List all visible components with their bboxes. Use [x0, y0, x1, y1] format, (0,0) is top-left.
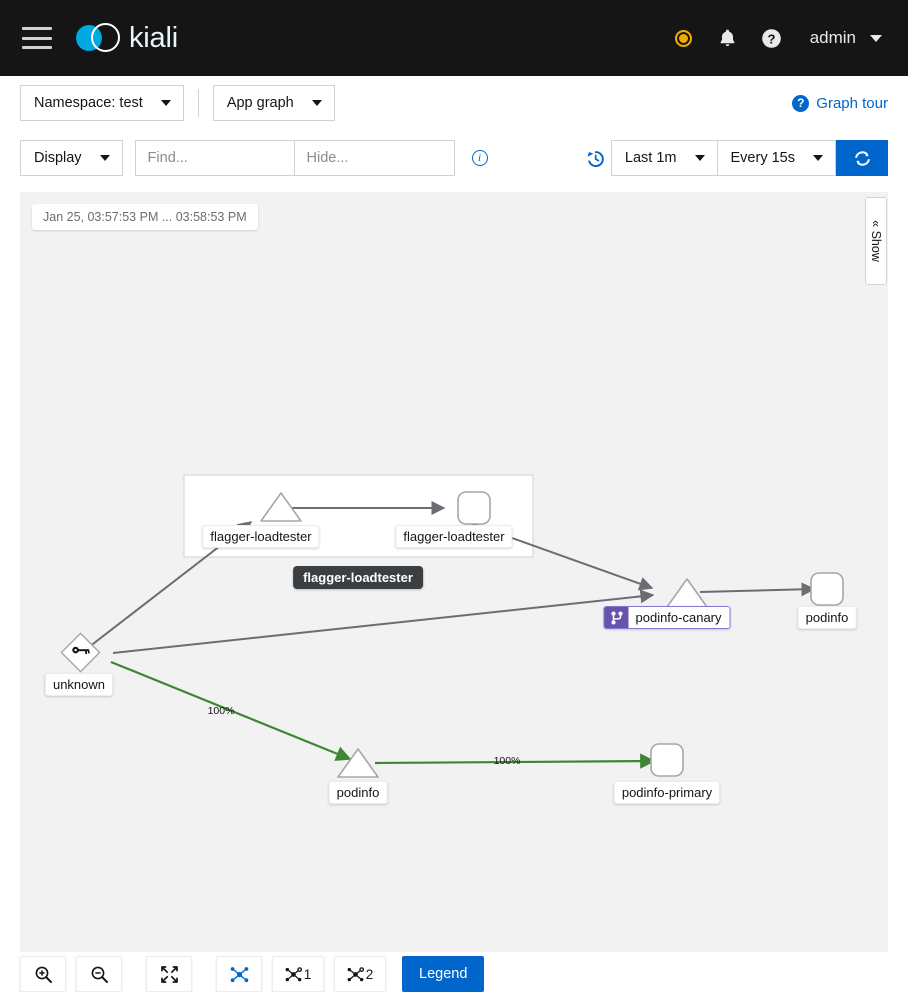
chevron-down-icon	[160, 100, 171, 106]
hamburger-bar	[22, 46, 52, 49]
topology-icon	[285, 966, 302, 981]
page-body: Namespace: test App graph ? Graph tour D…	[0, 76, 908, 992]
hamburger-bar	[22, 36, 52, 40]
node-podinfo-canary[interactable]	[666, 578, 708, 608]
layout-1-label: 1	[303, 966, 312, 982]
node-podinfo-service[interactable]	[337, 748, 379, 778]
status-dot	[675, 29, 693, 47]
node-podinfo-primary-workload[interactable]	[650, 743, 684, 777]
refresh-icon	[854, 150, 870, 166]
kiali-mark-icon	[76, 22, 120, 54]
node-label-podinfo-canary[interactable]: podinfo-canary	[603, 606, 731, 629]
svg-text:?: ?	[768, 31, 776, 46]
graph-bottom-toolbar: 1 2 Legend	[20, 956, 485, 992]
time-range-select[interactable]: Last 1m	[610, 140, 718, 176]
fit-to-screen-button[interactable]	[146, 956, 192, 992]
layout-2-button[interactable]: 2	[334, 956, 386, 992]
toolbar-divider	[197, 89, 199, 117]
node-label-podinfo-primary[interactable]: podinfo-primary	[613, 781, 721, 804]
global-nav-toggle[interactable]	[22, 27, 52, 49]
chevron-down-icon	[870, 34, 882, 42]
zoom-out-button[interactable]	[76, 956, 122, 992]
graph-type-select-label: App graph	[226, 95, 294, 111]
history-icon[interactable]	[581, 149, 611, 168]
node-label-podinfo-workload[interactable]: podinfo	[797, 606, 857, 629]
hamburger-bar	[22, 27, 52, 30]
edge-label-unknown-to-podinfo: 100%	[207, 705, 235, 717]
chevron-down-icon	[694, 155, 705, 161]
display-select[interactable]: Display	[20, 140, 123, 176]
layout-1-button[interactable]: 1	[272, 956, 324, 992]
user-name: admin	[809, 28, 856, 47]
logo-ring	[91, 23, 120, 52]
edge-podinfo-canary-to-podinfo-workload[interactable]	[699, 582, 816, 597]
graph-canvas[interactable]: Jan 25, 03:57:53 PM ... 03:58:53 PM « Sh…	[20, 192, 888, 952]
time-controls: Last 1m Every 15s	[581, 140, 888, 176]
graph-tour-link[interactable]: ? Graph tour	[792, 94, 888, 112]
help-circle-icon: ?	[792, 94, 810, 112]
layout-2-label: 2	[365, 966, 374, 982]
node-label-unknown[interactable]: unknown	[44, 673, 114, 696]
graph-toolbar-secondary: Display i Last 1m Every 15s	[0, 130, 908, 186]
zoom-out-icon	[91, 966, 108, 983]
chevron-down-icon	[99, 155, 110, 161]
node-label-text: podinfo-canary	[628, 607, 730, 628]
time-range-label: Last 1m	[624, 150, 677, 166]
graph-type-select[interactable]: App graph	[212, 85, 335, 121]
node-podinfo-workload[interactable]	[810, 572, 844, 606]
info-circle-icon[interactable]: i	[471, 150, 488, 166]
node-label-flagger-loadtester-workload[interactable]: flagger-loadtester	[395, 525, 513, 548]
node-unknown[interactable]	[60, 632, 101, 673]
brand-text: kiali	[129, 21, 178, 54]
route-icon	[604, 607, 629, 628]
find-input[interactable]	[134, 140, 295, 176]
bell-icon[interactable]	[706, 16, 750, 60]
topology-icon	[347, 966, 364, 981]
refresh-interval-label: Every 15s	[730, 150, 795, 166]
chevron-down-icon	[813, 155, 823, 161]
graph-toolbar-primary: Namespace: test App graph ? Graph tour	[0, 76, 908, 130]
node-label-podinfo-service[interactable]: podinfo	[328, 781, 388, 804]
zoom-in-icon	[35, 966, 52, 983]
namespace-select[interactable]: Namespace: test	[20, 85, 184, 121]
chevron-down-icon	[311, 100, 322, 106]
namespace-select-label: Namespace: test	[34, 95, 143, 111]
legend-button[interactable]: Legend	[402, 956, 485, 992]
graph-tour-label: Graph tour	[816, 94, 888, 112]
node-flagger-loadtester-workload[interactable]	[457, 491, 491, 525]
help-circle-icon[interactable]: ?	[750, 16, 794, 60]
refresh-button[interactable]	[836, 140, 888, 176]
display-select-label: Display	[34, 150, 82, 166]
masthead: kiali ? admin	[0, 0, 908, 76]
user-menu[interactable]: admin	[800, 22, 890, 54]
node-label-flagger-loadtester-service[interactable]: flagger-loadtester	[202, 525, 320, 548]
group-label-flagger-loadtester[interactable]: flagger-loadtester	[293, 566, 423, 589]
edge-unknown-to-podinfo-canary[interactable]	[112, 589, 655, 654]
edge-label-podinfo-to-podinfo-primary: 100%	[493, 755, 521, 767]
layout-default-button[interactable]	[216, 956, 262, 992]
zoom-in-button[interactable]	[20, 956, 66, 992]
topology-icon	[230, 966, 248, 982]
refresh-interval-select[interactable]: Every 15s	[717, 140, 836, 176]
status-circle-icon[interactable]	[662, 16, 706, 60]
masthead-actions: ? admin	[662, 16, 908, 60]
hide-input[interactable]	[294, 140, 455, 176]
kiali-logo[interactable]: kiali	[76, 22, 178, 55]
graph-topology	[60, 474, 844, 778]
expand-arrows-icon	[160, 965, 178, 983]
